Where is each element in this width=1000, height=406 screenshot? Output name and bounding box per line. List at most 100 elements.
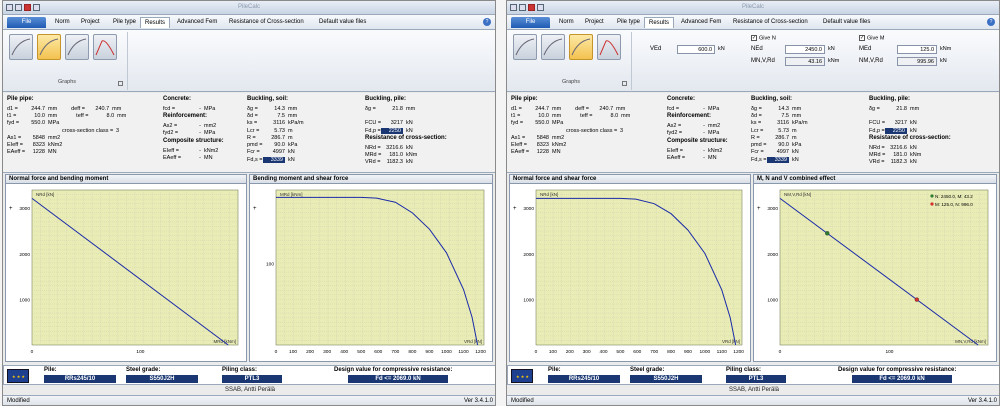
- graph-interaction-icon[interactable]: [569, 34, 593, 60]
- concrete-heading: Concrete:: [163, 96, 192, 102]
- graphs-group: Graphs: [6, 32, 128, 90]
- value: 1182.3: [890, 159, 907, 166]
- unit: mm2: [48, 134, 61, 141]
- y-tick-label: 1000: [767, 297, 778, 303]
- graph-m-icon[interactable]: [541, 34, 565, 60]
- unit: MPa: [708, 105, 720, 112]
- menu-norm[interactable]: Norm: [555, 17, 578, 28]
- graph-displacement-icon[interactable]: [93, 34, 117, 60]
- med-label: MEd: [859, 46, 872, 52]
- title-bar: PileCalc: [3, 1, 495, 15]
- mnvrd-value: 43.16: [785, 57, 825, 66]
- label: Fd,p =: [869, 127, 885, 134]
- plot-area[interactable]: MRd [kNm] VRd [kN] 0 100 200 300 400 500 600 700 8…: [250, 184, 492, 361]
- unit: MPa: [48, 120, 60, 127]
- unit: kN: [792, 149, 799, 156]
- unit: kPa/m: [792, 120, 808, 127]
- unit: kN: [288, 156, 295, 163]
- pile-label: Pile:: [548, 367, 561, 373]
- menu-default-value-files[interactable]: Default value files: [819, 17, 874, 28]
- help-icon[interactable]: ?: [483, 18, 491, 26]
- x-tick-label: 100: [136, 349, 144, 355]
- label: NRd =: [365, 144, 381, 151]
- x-tick-label: 0: [779, 349, 782, 355]
- x-tick-label: 600: [374, 349, 382, 355]
- label: NRd =: [869, 144, 885, 151]
- menu-advanced-fem[interactable]: Advanced Fem: [173, 17, 221, 28]
- graph-n-icon[interactable]: [9, 34, 33, 60]
- plot-area[interactable]: NM,V,Rd [kN]MN,V,Rd [kNm]0 10010002000300…: [754, 184, 996, 361]
- menu-pile-type[interactable]: Pile type: [613, 17, 644, 28]
- modified-status: Modified: [511, 398, 534, 404]
- help-icon[interactable]: ?: [987, 18, 995, 26]
- label: EIeff =: [667, 147, 683, 154]
- x-tick-label: 1100: [458, 349, 469, 355]
- graph-n-icon[interactable]: [513, 34, 537, 60]
- left-window: PileCalc File Norm Project Pile type Res…: [2, 0, 496, 406]
- x-tick-label: 200: [566, 349, 574, 355]
- unit: mm: [288, 112, 298, 119]
- x-tick-label: 300: [583, 349, 591, 355]
- label: cross-section class =: [62, 127, 114, 134]
- menu-results[interactable]: Results: [644, 17, 675, 28]
- y-tick-label: 2000: [523, 252, 534, 258]
- value: -: [199, 154, 201, 161]
- unit: kN: [910, 127, 917, 134]
- x-tick-label: 1100: [717, 349, 728, 355]
- value: 3116: [273, 120, 285, 127]
- value: 7.5: [277, 112, 285, 119]
- y-tick-label: 3000: [19, 206, 30, 212]
- menu-resistance[interactable]: Resistance of Cross-section: [225, 17, 308, 28]
- label: Fd,s =: [247, 156, 263, 163]
- unit: MN: [204, 154, 213, 161]
- unit: m: [792, 134, 797, 141]
- unit: kN: [406, 159, 413, 166]
- menu-project[interactable]: Project: [581, 17, 608, 28]
- graphs-group-label: Graphs: [561, 79, 581, 85]
- menu-norm[interactable]: Norm: [51, 17, 74, 28]
- composite-heading: Composite structure:: [667, 137, 728, 144]
- menu-pile-type[interactable]: Pile type: [109, 17, 140, 28]
- plot-area[interactable]: NRd [kN] MRd [kNm] 0 100 1000 2000 3000 +: [6, 184, 246, 361]
- graph-interaction-icon[interactable]: [65, 34, 89, 60]
- composite-heading: Composite structure:: [163, 137, 224, 144]
- menu-project[interactable]: Project: [77, 17, 104, 28]
- ned-input[interactable]: 2450.0: [785, 45, 825, 54]
- label: Fcr =: [247, 149, 260, 156]
- value: 10.0: [34, 112, 45, 119]
- menu-results[interactable]: Results: [140, 17, 171, 28]
- menu-advanced-fem[interactable]: Advanced Fem: [677, 17, 725, 28]
- menu-resistance[interactable]: Resistance of Cross-section: [729, 17, 812, 28]
- value: 5848: [536, 134, 549, 141]
- menu-default-value-files[interactable]: Default value files: [315, 17, 370, 28]
- graph-m-icon[interactable]: [37, 34, 61, 60]
- value: 240.7: [599, 105, 614, 112]
- unit: m: [792, 127, 797, 134]
- graph-displacement-icon[interactable]: [597, 34, 621, 60]
- dialog-launcher-icon[interactable]: [118, 81, 123, 86]
- ved-input[interactable]: 600.0: [677, 45, 715, 54]
- x-tick-label: 900: [684, 349, 692, 355]
- plot-area[interactable]: NRd [kN] VRd [kN] 0 100 200 300 400 500 600 700 80…: [510, 184, 750, 361]
- value: -: [703, 147, 705, 154]
- unit: kN: [910, 120, 917, 127]
- med-input[interactable]: 125.0: [897, 45, 937, 54]
- unit: kN: [288, 149, 295, 156]
- x-tick-label: 100: [549, 349, 557, 355]
- menu-file[interactable]: File: [511, 17, 550, 28]
- value: 2250: [381, 127, 403, 134]
- label: R =: [247, 134, 256, 141]
- dialog-launcher-icon[interactable]: [622, 81, 627, 86]
- footer-credit: SSAB, Antti Perälä: [728, 387, 780, 393]
- piling-class-value: PTL3: [726, 375, 786, 383]
- label: fyd2 =: [667, 130, 683, 137]
- give-m-checkbox[interactable]: ✓ Give M: [859, 35, 884, 41]
- menu-file[interactable]: File: [7, 17, 46, 28]
- title-bar: PileCalc: [507, 1, 999, 15]
- y-tick-label: 2000: [19, 252, 30, 258]
- resistance-heading: Resistance of cross-section:: [869, 135, 951, 142]
- combined-effect-inputs: VEd 600.0 kN ✓ Give N NEd 2450.0 kN MN,V,…: [635, 34, 995, 90]
- give-n-checkbox[interactable]: ✓ Give N: [751, 35, 776, 41]
- label: d1 =: [511, 105, 522, 112]
- design-value: Fd <= 2069.0 kN: [852, 375, 952, 383]
